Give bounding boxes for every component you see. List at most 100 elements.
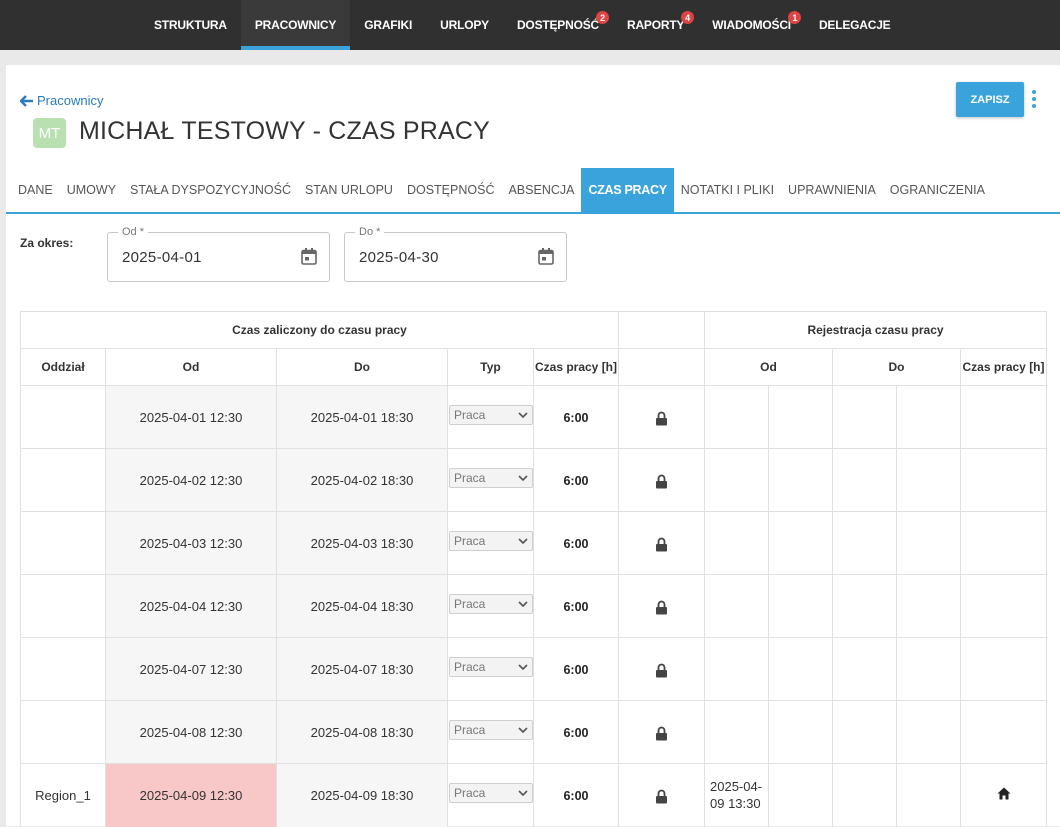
type-select[interactable]: Praca xyxy=(449,594,533,614)
col-reg-czas: Czas pracy [h] xyxy=(960,348,1047,386)
nav-item-4[interactable]: DOSTĘPNOŚĆ 2 xyxy=(503,0,613,50)
cell-od: 2025-04-09 12:30 xyxy=(105,763,277,827)
tab-4[interactable]: DOSTĘPNOŚĆ xyxy=(400,168,502,212)
tab-7[interactable]: NOTATKI I PLIKI xyxy=(674,168,781,212)
cell-czas: 6:00 xyxy=(533,637,619,701)
tab-9[interactable]: OGRANICZENIA xyxy=(883,168,992,212)
cell-reg-do xyxy=(832,385,897,449)
column-header-row: Oddział Od Do Typ Czas pracy [h] Od Do C… xyxy=(20,348,1047,386)
calendar-icon[interactable] xyxy=(538,248,554,265)
back-link-label[interactable]: Pracownicy xyxy=(37,93,103,108)
nav-item-label[interactable]: DELEGACJE xyxy=(819,18,891,32)
cell-do: 2025-04-09 18:30 xyxy=(276,763,448,827)
cell-reg-blank xyxy=(896,385,961,449)
cell-reg-od xyxy=(704,448,769,512)
type-select[interactable]: Praca xyxy=(449,783,533,803)
cell-do: 2025-04-04 18:30 xyxy=(276,574,448,638)
cell-reg-czas xyxy=(960,385,1047,449)
cell-oddzial: Region_1 xyxy=(20,763,106,827)
table-row: 2025-04-01 12:30 2025-04-01 18:30 Praca 6:0… xyxy=(20,385,1047,449)
nav-item-label[interactable]: STRUKTURA xyxy=(154,18,227,32)
cell-od: 2025-04-04 12:30 xyxy=(105,574,277,638)
nav-item-2[interactable]: GRAFIKI xyxy=(350,0,426,50)
tab-6[interactable]: CZAS PRACY xyxy=(581,168,674,212)
cell-reg-blank xyxy=(768,448,833,512)
cell-typ: Praca xyxy=(447,700,534,764)
hours-value: 6:00 xyxy=(563,536,589,551)
date-from-value[interactable]: 2025-04-01 xyxy=(122,249,202,266)
nav-item-0[interactable]: STRUKTURA xyxy=(140,0,241,50)
kebab-menu-icon[interactable] xyxy=(1031,90,1037,108)
tab-2[interactable]: STAŁA DYSPOZYCYJNOŚĆ xyxy=(123,168,298,212)
nav-item-label[interactable]: GRAFIKI xyxy=(364,18,412,32)
cell-reg-do xyxy=(832,637,897,701)
nav-item-3[interactable]: URLOPY xyxy=(426,0,503,50)
cell-reg-od xyxy=(704,511,769,575)
tab-8[interactable]: UPRAWNIENIA xyxy=(781,168,883,212)
nav-item-label[interactable]: PRACOWNICY xyxy=(255,18,337,32)
lock-icon xyxy=(656,789,667,804)
cell-do: 2025-04-01 18:30 xyxy=(276,385,448,449)
chevron-down-icon xyxy=(518,601,528,608)
cell-lock xyxy=(618,700,705,764)
hours-value: 6:00 xyxy=(563,662,589,677)
cell-reg-blank xyxy=(896,637,961,701)
type-select[interactable]: Praca xyxy=(449,405,533,425)
cell-reg-blank xyxy=(896,511,961,575)
nav-item-7[interactable]: DELEGACJE xyxy=(805,0,905,50)
tab-0[interactable]: DANE xyxy=(11,168,60,212)
cell-typ: Praca xyxy=(447,763,534,827)
home-icon xyxy=(997,787,1010,800)
calendar-icon[interactable] xyxy=(301,248,317,265)
group-registration-header: Rejestracja czasu pracy xyxy=(704,311,1047,349)
save-button[interactable]: ZAPISZ xyxy=(956,82,1024,117)
table-row: Region_1 2025-04-09 12:30 2025-04-09 18:30… xyxy=(20,763,1047,827)
tab-1[interactable]: UMOWY xyxy=(60,168,123,212)
top-navbar: STRUKTURA PRACOWNICY GRAFIKI URLOPY DOSTĘPNO… xyxy=(0,0,1060,50)
col-czas: Czas pracy [h] xyxy=(533,348,619,386)
date-to-field[interactable]: Do * 2025-04-30 xyxy=(344,226,567,282)
work-time-table: Czas zaliczony do czasu pracy Rejestracj… xyxy=(20,311,1047,827)
nav-item-6[interactable]: WIADOMOŚCI 1 xyxy=(698,0,805,50)
cell-reg-czas xyxy=(960,763,1047,827)
lock-icon xyxy=(656,411,667,426)
type-select[interactable]: Praca xyxy=(449,657,533,677)
nav-item-label[interactable]: WIADOMOŚCI xyxy=(712,18,791,32)
cell-oddzial xyxy=(20,574,106,638)
cell-lock xyxy=(618,574,705,638)
type-select-value: Praca xyxy=(454,534,486,548)
lock-icon xyxy=(656,600,667,615)
type-select[interactable]: Praca xyxy=(449,468,533,488)
cell-typ: Praca xyxy=(447,448,534,512)
notification-badge: 2 xyxy=(595,11,609,24)
tab-5[interactable]: ABSENCJA xyxy=(501,168,581,212)
lock-icon xyxy=(656,537,667,552)
arrow-left-icon xyxy=(20,94,33,107)
nav-item-label[interactable]: DOSTĘPNOŚĆ xyxy=(517,18,599,32)
nav-item-1[interactable]: PRACOWNICY xyxy=(240,0,351,50)
col-lock xyxy=(618,348,705,386)
hours-value: 6:00 xyxy=(563,473,589,488)
nav-item-5[interactable]: RAPORTY 4 xyxy=(613,0,698,50)
cell-typ: Praca xyxy=(447,385,534,449)
cell-reg-blank xyxy=(896,448,961,512)
date-to-value[interactable]: 2025-04-30 xyxy=(359,249,439,266)
cell-typ: Praca xyxy=(447,574,534,638)
tab-bar: DANE UMOWY STAŁA DYSPOZYCYJNOŚĆ STAN URLOPU… xyxy=(6,168,1060,214)
nav-item-label[interactable]: RAPORTY xyxy=(627,18,684,32)
date-from-label: Od * xyxy=(118,226,149,238)
date-from-field[interactable]: Od * 2025-04-01 xyxy=(107,226,330,282)
tab-3[interactable]: STAN URLOPU xyxy=(298,168,400,212)
col-typ: Typ xyxy=(447,348,534,386)
col-do: Do xyxy=(276,348,448,386)
cell-reg-blank xyxy=(768,763,833,827)
cell-reg-blank xyxy=(896,574,961,638)
cell-reg-do xyxy=(832,448,897,512)
type-select[interactable]: Praca xyxy=(449,531,533,551)
nav-item-label[interactable]: URLOPY xyxy=(440,18,489,32)
type-select[interactable]: Praca xyxy=(449,720,533,740)
cell-do: 2025-04-08 18:30 xyxy=(276,700,448,764)
cell-od: 2025-04-02 12:30 xyxy=(105,448,277,512)
back-link[interactable]: Pracownicy xyxy=(20,93,103,108)
chevron-down-icon xyxy=(518,475,528,482)
